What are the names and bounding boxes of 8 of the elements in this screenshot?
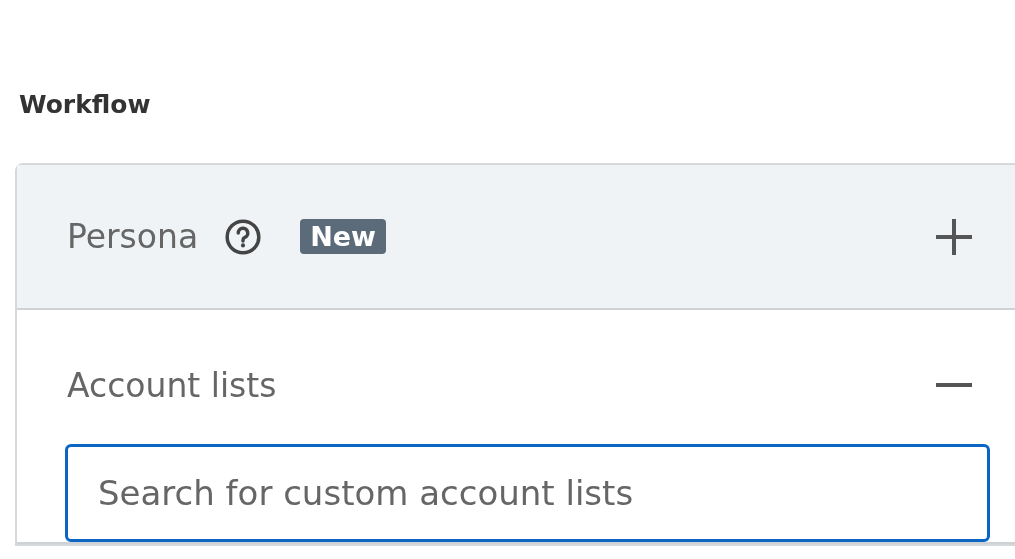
- group-title: Persona: [67, 217, 199, 256]
- group-title: Account lists: [67, 365, 277, 405]
- plus-icon[interactable]: [934, 216, 974, 257]
- new-badge: New: [300, 219, 386, 254]
- help-icon[interactable]: [224, 217, 263, 256]
- accordion-header[interactable]: Persona New: [17, 165, 1015, 308]
- section-title: Workflow: [19, 89, 151, 121]
- search-field[interactable]: Search for custom account lists: [65, 444, 990, 542]
